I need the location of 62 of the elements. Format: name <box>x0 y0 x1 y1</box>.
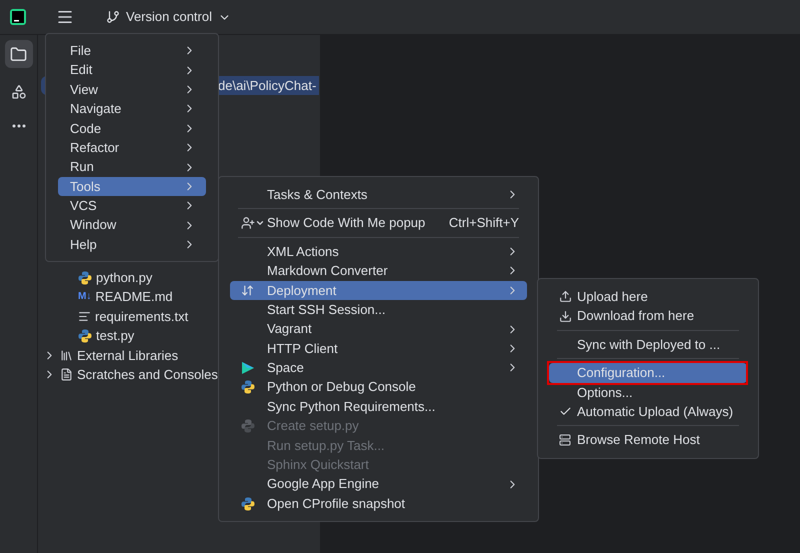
folder-icon <box>10 46 27 62</box>
menu-item[interactable]: Options... <box>549 382 747 402</box>
structure-icon <box>10 84 26 100</box>
more-icon <box>12 124 26 128</box>
markdown-icon: M↓ <box>78 292 92 302</box>
tree-item[interactable]: python.py <box>96 268 152 288</box>
main-menu-button[interactable] <box>56 8 74 26</box>
space-icon <box>241 360 255 375</box>
download-icon <box>559 310 572 323</box>
app-logo-icon <box>10 9 26 25</box>
tree-item[interactable]: README.md <box>95 287 173 307</box>
menu-item[interactable]: Configuration... <box>549 363 747 383</box>
menu-item[interactable]: HTTP Client <box>230 338 527 358</box>
server-icon <box>559 434 571 446</box>
project-tool-button[interactable] <box>4 40 32 68</box>
menu-item[interactable]: Markdown Converter <box>230 261 527 281</box>
python-icon <box>241 418 255 433</box>
menu-item[interactable]: View <box>58 80 206 100</box>
menu-item[interactable]: Show Code With Me popup Ctrl+Shift+Y <box>230 213 527 233</box>
menu-item[interactable]: Tools <box>58 176 206 196</box>
branch-icon <box>106 10 120 24</box>
tree-item[interactable]: Scratches and Consoles <box>77 364 218 384</box>
menu-item[interactable]: Automatic Upload (Always) <box>549 402 747 422</box>
shortcut-label: Ctrl+Shift+Y <box>448 214 519 232</box>
menu-item[interactable]: Browse Remote Host <box>549 430 747 450</box>
menu-item[interactable]: Space <box>230 358 527 378</box>
menu-item[interactable]: Vagrant <box>230 319 527 339</box>
tree-item[interactable]: test.py <box>96 326 134 346</box>
menu-item[interactable]: Start SSH Session... <box>230 300 527 320</box>
menu-item[interactable]: Deployment <box>230 280 527 300</box>
library-icon <box>60 348 73 362</box>
menu-item[interactable]: Run <box>58 157 206 177</box>
menu-item[interactable]: XML Actions <box>230 242 527 262</box>
menu-item[interactable]: Python or Debug Console <box>230 378 527 397</box>
menu-item[interactable]: VCS <box>58 196 206 216</box>
profile-icon <box>241 496 255 511</box>
version-control-button[interactable]: Version control <box>106 7 231 27</box>
menu-item[interactable]: Code <box>58 118 206 138</box>
menu-item[interactable]: Refactor <box>58 138 206 158</box>
python-icon <box>78 328 92 343</box>
text-file-icon <box>78 310 91 323</box>
menu-item[interactable]: Open CProfile snapshot <box>230 494 527 514</box>
menu-item[interactable]: Upload here <box>549 287 747 306</box>
menu-item[interactable]: File <box>58 41 206 60</box>
python-icon <box>78 270 92 285</box>
menu-item[interactable]: Edit <box>58 60 206 80</box>
menu-item[interactable]: Window <box>58 216 206 235</box>
python-console-icon <box>241 380 255 394</box>
menu-item[interactable]: Sync Python Requirements... <box>230 396 527 416</box>
upload-icon <box>559 290 572 304</box>
arrows-icon <box>241 284 254 297</box>
menu-item[interactable]: Google App Engine <box>230 474 527 494</box>
user-add-icon <box>241 216 265 230</box>
scratches-icon <box>60 368 73 382</box>
menu-item[interactable]: Help <box>58 234 206 254</box>
menu-item[interactable]: Tasks & Contexts <box>230 185 527 204</box>
menu-item[interactable]: Navigate <box>58 99 206 119</box>
menu-item[interactable]: Sync with Deployed to ... <box>549 334 747 354</box>
tree-item[interactable]: requirements.txt <box>95 306 188 326</box>
menu-icon <box>56 8 74 26</box>
tree-item[interactable]: External Libraries <box>77 346 178 366</box>
menu-item[interactable]: Download from here <box>549 306 747 326</box>
